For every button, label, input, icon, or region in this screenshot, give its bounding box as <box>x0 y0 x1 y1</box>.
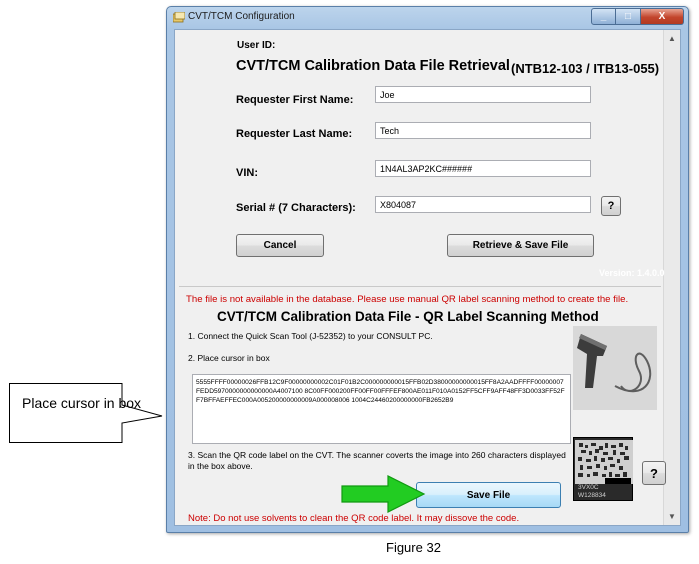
serial-field[interactable]: X804087 <box>375 196 591 213</box>
version-label: Version: 1.4.0.0 <box>599 268 665 278</box>
first-name-label: Requester First Name: <box>236 94 354 106</box>
window-client-area: ▲ ▼ User ID: CVT/TCM Calibration Data Fi… <box>174 29 681 526</box>
error-message: The file is not available in the databas… <box>186 294 629 305</box>
last-name-label: Requester Last Name: <box>236 128 353 140</box>
step-3-text: 3. Scan the QR code label on the CVT. Th… <box>188 450 566 471</box>
step-2-text: 2. Place cursor in box <box>188 353 270 363</box>
scroll-down-icon[interactable]: ▼ <box>664 508 680 525</box>
qr-data-textbox[interactable]: 5555FFFF00000026FFB12C9F00000000002C01F0… <box>192 374 571 444</box>
vin-field[interactable]: 1N4AL3AP2KC###### <box>375 160 591 177</box>
figure-caption: Figure 32 <box>386 540 441 555</box>
app-icon <box>173 12 185 23</box>
section-divider <box>179 286 661 287</box>
first-name-field[interactable]: Joe <box>375 86 591 103</box>
maximize-button[interactable]: □ <box>616 8 641 25</box>
retrieval-heading: CVT/TCM Calibration Data File Retrieval <box>236 58 510 74</box>
callout-text: Place cursor in box <box>22 395 142 411</box>
title-bar[interactable]: CVT/TCM Configuration _ □ X <box>167 7 688 29</box>
solvent-note: Note: Do not use solvents to clean the Q… <box>188 513 520 524</box>
app-window: CVT/TCM Configuration _ □ X ▲ ▼ User ID:… <box>166 6 689 533</box>
scroll-up-icon[interactable]: ▲ <box>664 30 680 47</box>
minimize-button[interactable]: _ <box>591 8 616 25</box>
qr-method-heading: CVT/TCM Calibration Data File - QR Label… <box>217 309 599 324</box>
qr-help-button[interactable]: ? <box>642 461 666 485</box>
green-arrow-icon <box>341 475 426 513</box>
callout-box <box>9 383 163 443</box>
qr-label-code-line2: W128834 <box>578 492 606 499</box>
close-button[interactable]: X <box>641 8 684 25</box>
step-1-text: 1. Connect the Quick Scan Tool (J-52352)… <box>188 331 433 341</box>
serial-label: Serial # (7 Characters): <box>236 202 356 214</box>
barcode-scanner-image <box>573 326 657 410</box>
save-file-button[interactable]: Save File <box>416 482 561 508</box>
window-title: CVT/TCM Configuration <box>188 11 295 22</box>
serial-help-button[interactable]: ? <box>601 196 621 216</box>
vin-label: VIN: <box>236 167 258 179</box>
bulletin-reference: (NTB12-103 / ITB13-055) <box>511 61 660 76</box>
user-id-label: User ID: <box>237 40 276 51</box>
qr-label-code-line1: 3VX0C <box>578 484 599 491</box>
cancel-button[interactable]: Cancel <box>236 234 324 257</box>
vertical-scrollbar[interactable]: ▲ ▼ <box>663 30 680 525</box>
last-name-field[interactable]: Tech <box>375 122 591 139</box>
retrieve-save-button[interactable]: Retrieve & Save File <box>447 234 594 257</box>
qr-label-image: 3VX0C W128834 <box>573 437 633 501</box>
